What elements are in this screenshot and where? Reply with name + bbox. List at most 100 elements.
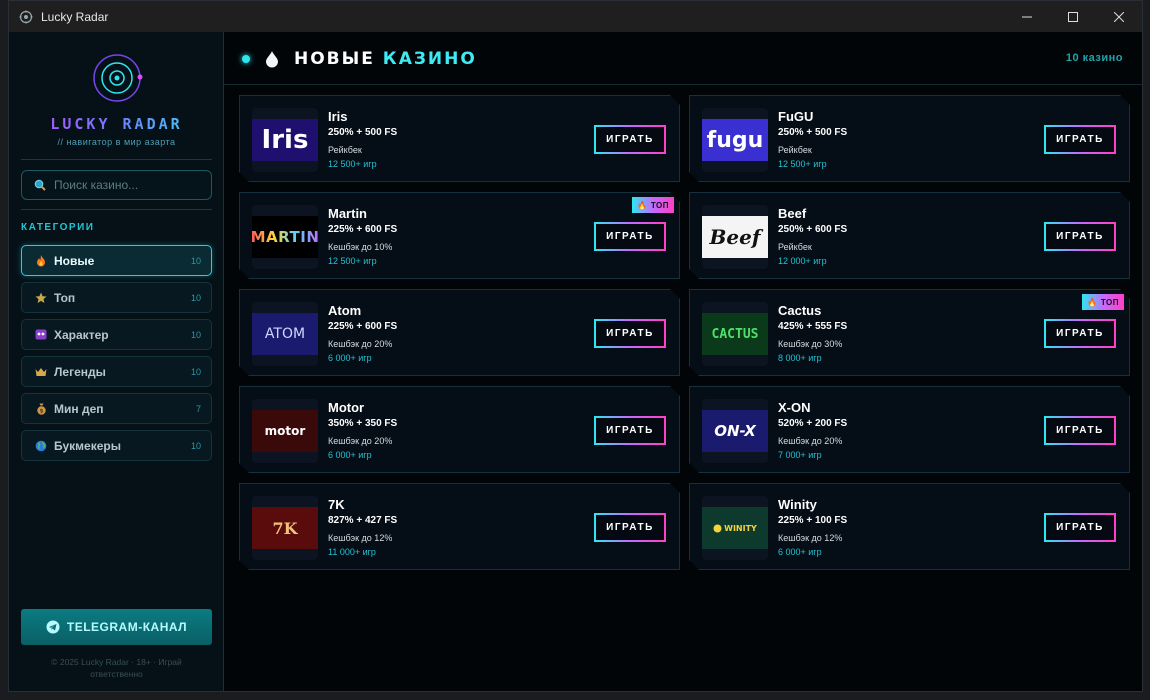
window-title: Lucky Radar bbox=[41, 9, 109, 24]
main-content: НОВЫЕ КАЗИНО 10 казино Iris Iris 250% + … bbox=[224, 32, 1142, 691]
categories-heading: КАТЕГОРИИ bbox=[21, 222, 95, 233]
casino-logo: Beef bbox=[702, 216, 768, 258]
category-label: Мин деп bbox=[54, 401, 104, 416]
radar-logo-icon bbox=[91, 52, 143, 104]
search-box[interactable] bbox=[21, 170, 212, 200]
category-label: Топ bbox=[54, 290, 76, 305]
casino-name: 7K bbox=[328, 497, 345, 512]
play-button[interactable]: ИГРАТЬ bbox=[594, 416, 666, 445]
casino-games-count: 12 500+ игр bbox=[778, 159, 827, 169]
casino-cashback: Рейкбек bbox=[328, 145, 362, 155]
status-dot bbox=[242, 55, 250, 63]
casino-logo: 7K bbox=[252, 507, 318, 549]
mask-icon bbox=[34, 329, 48, 340]
category-item-legends[interactable]: Легенды 10 bbox=[21, 356, 212, 387]
casino-bonus: 225% + 600 FS bbox=[328, 321, 398, 332]
logo-text: 7K bbox=[272, 518, 298, 538]
logo-text: WINITY bbox=[724, 523, 757, 533]
casino-games-count: 11 000+ игр bbox=[328, 547, 376, 557]
logo-text: ON-X bbox=[714, 422, 756, 440]
app-icon bbox=[19, 10, 33, 24]
category-item-character[interactable]: Характер 10 bbox=[21, 319, 212, 350]
casino-bonus: 350% + 350 FS bbox=[328, 418, 398, 429]
casino-card[interactable]: MARTIN Martin 225% + 600 FS Кешбэк до 10… bbox=[239, 192, 680, 279]
telegram-button[interactable]: TELEGRAM-КАНАЛ bbox=[21, 609, 212, 645]
casino-cashback: Рейкбек bbox=[778, 242, 812, 252]
casino-cashback: Кешбэк до 20% bbox=[328, 339, 393, 349]
casino-card[interactable]: 7K 7K 827% + 427 FS Кешбэк до 12% 11 000… bbox=[239, 483, 680, 570]
casino-card[interactable]: ON-X X-ON 520% + 200 FS Кешбэк до 20% 7 … bbox=[689, 386, 1130, 473]
star-icon bbox=[34, 292, 48, 304]
category-item-bookmakers[interactable]: Букмекеры 10 bbox=[21, 430, 212, 461]
casino-games-count: 7 000+ игр bbox=[778, 450, 822, 460]
casino-games-count: 8 000+ игр bbox=[778, 353, 822, 363]
fire-icon: 🔥 bbox=[637, 200, 648, 210]
title-bar: Lucky Radar bbox=[9, 1, 1142, 32]
play-button[interactable]: ИГРАТЬ bbox=[594, 222, 666, 251]
casino-card[interactable]: Iris Iris 250% + 500 FS Рейкбек 12 500+ … bbox=[239, 95, 680, 182]
app-window: Lucky Radar LUCKY RADAR // навигатор в м… bbox=[8, 0, 1143, 692]
page-header: НОВЫЕ КАЗИНО 10 казино bbox=[224, 32, 1142, 85]
play-button[interactable]: ИГРАТЬ bbox=[1044, 513, 1116, 542]
casino-logo: MARTIN bbox=[252, 216, 318, 258]
maximize-button[interactable] bbox=[1050, 1, 1096, 32]
casino-games-count: 6 000+ игр bbox=[328, 450, 372, 460]
category-item-new[interactable]: Новые 10 bbox=[21, 245, 212, 276]
play-button[interactable]: ИГРАТЬ bbox=[594, 125, 666, 154]
category-label: Новые bbox=[54, 253, 95, 268]
casino-bonus: 250% + 500 FS bbox=[328, 127, 398, 138]
casino-games-count: 12 500+ игр bbox=[328, 256, 377, 266]
close-button[interactable] bbox=[1096, 1, 1142, 32]
fire-icon: 🔥 bbox=[1087, 297, 1098, 307]
casino-bonus: 250% + 500 FS bbox=[778, 127, 848, 138]
category-label: Букмекеры bbox=[54, 438, 121, 453]
top-badge: 🔥 ТОП bbox=[1082, 294, 1124, 310]
casino-card[interactable]: ATOM Atom 225% + 600 FS Кешбэк до 20% 6 … bbox=[239, 289, 680, 376]
play-button[interactable]: ИГРАТЬ bbox=[1044, 416, 1116, 445]
category-count: 7 bbox=[195, 403, 201, 414]
category-label: Легенды bbox=[54, 364, 106, 379]
casino-logo: ATOM bbox=[252, 313, 318, 355]
globe-icon bbox=[34, 440, 48, 452]
casino-bonus: 250% + 600 FS bbox=[778, 224, 848, 235]
play-button[interactable]: ИГРАТЬ bbox=[1044, 319, 1116, 348]
casino-games-count: 6 000+ игр bbox=[328, 353, 372, 363]
top-badge: 🔥 ТОП bbox=[632, 197, 674, 213]
category-count: 10 bbox=[190, 366, 201, 377]
casino-card[interactable]: motor Motor 350% + 350 FS Кешбэк до 20% … bbox=[239, 386, 680, 473]
casino-name: Iris bbox=[328, 109, 348, 124]
casino-count: 10 казино bbox=[1065, 52, 1123, 64]
casino-logo: CACTUS bbox=[702, 313, 768, 355]
logo-text: MARTIN bbox=[252, 228, 318, 246]
telegram-label: TELEGRAM-КАНАЛ bbox=[66, 620, 188, 634]
brand-name: LUCKY RADAR bbox=[9, 115, 224, 133]
casino-bonus: 225% + 600 FS bbox=[328, 224, 398, 235]
casino-cashback: Кешбэк до 10% bbox=[328, 242, 393, 252]
casino-cashback: Рейкбек bbox=[778, 145, 812, 155]
money-bag-icon: $ bbox=[34, 403, 48, 415]
casino-logo: ON-X bbox=[702, 410, 768, 452]
casino-cashback: Кешбэк до 20% bbox=[328, 436, 393, 446]
fire-icon bbox=[34, 254, 48, 267]
play-button[interactable]: ИГРАТЬ bbox=[594, 319, 666, 348]
play-button[interactable]: ИГРАТЬ bbox=[1044, 222, 1116, 251]
casino-card[interactable]: CACTUS Cactus 425% + 555 FS Кешбэк до 30… bbox=[689, 289, 1130, 376]
casino-card[interactable]: WINITY Winity 225% + 100 FS Кешбэк до 12… bbox=[689, 483, 1130, 570]
casino-name: FuGU bbox=[778, 109, 814, 124]
category-list: Новые 10 Топ 10 Характер 10 Легенды 10 $… bbox=[21, 245, 212, 467]
play-button[interactable]: ИГРАТЬ bbox=[594, 513, 666, 542]
casino-card[interactable]: fugu FuGU 250% + 500 FS Рейкбек 12 500+ … bbox=[689, 95, 1130, 182]
category-item-min-deposit[interactable]: $ Мин деп 7 bbox=[21, 393, 212, 424]
page-title-accent: КАЗИНО bbox=[382, 49, 477, 69]
category-item-top[interactable]: Топ 10 bbox=[21, 282, 212, 313]
logo-text: motor bbox=[264, 424, 306, 438]
casino-card[interactable]: Beef Beef 250% + 600 FS Рейкбек 12 000+ … bbox=[689, 192, 1130, 279]
svg-text:$: $ bbox=[39, 408, 43, 414]
casino-logo: Iris bbox=[252, 119, 318, 161]
casino-bonus: 520% + 200 FS bbox=[778, 418, 848, 429]
crown-icon bbox=[34, 367, 48, 377]
play-button[interactable]: ИГРАТЬ bbox=[1044, 125, 1116, 154]
minimize-button[interactable] bbox=[1004, 1, 1050, 32]
search-input[interactable] bbox=[54, 178, 194, 192]
logo-text: Iris bbox=[261, 125, 309, 155]
